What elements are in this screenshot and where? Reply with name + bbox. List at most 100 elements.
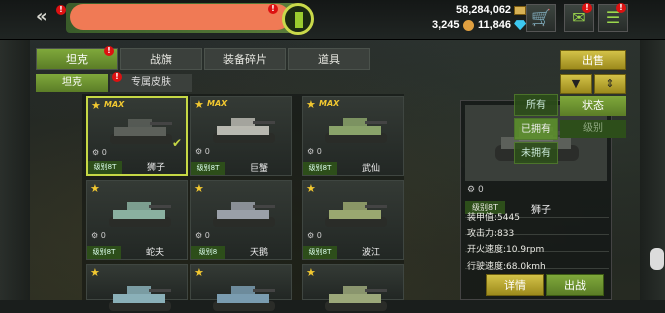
- filter-button[interactable]: ▼: [560, 74, 592, 94]
- gem-amount: 11,846: [478, 19, 512, 31]
- tank-name: 天鹅: [249, 248, 268, 258]
- max-label: MAX: [104, 100, 125, 109]
- mail-badge: !: [582, 3, 592, 13]
- tank-card[interactable]: ★ ⚙ 0 级别8T 蛇夫: [86, 180, 188, 260]
- tank-icon: [213, 202, 275, 227]
- tank-tier: 级别8T: [303, 246, 337, 259]
- subtab-badge: !: [112, 72, 122, 82]
- subtab-tanks[interactable]: 坦克: [36, 74, 108, 92]
- star-icon: ★: [306, 266, 316, 279]
- scroll-handle[interactable]: [650, 248, 664, 270]
- tank-card[interactable]: ★ MAX ⚙ 0 级别8T 巨蟹: [190, 96, 292, 176]
- tank-count: ⚙ 0: [195, 231, 210, 240]
- tank-card[interactable]: ★: [86, 264, 188, 311]
- tank-count: ⚙ 0: [307, 231, 322, 240]
- stat-fire-rate: 开火速度:10.9rpm: [467, 245, 545, 255]
- notification-badge: !: [268, 4, 278, 14]
- star-icon: ★: [306, 182, 316, 195]
- sell-button[interactable]: 出售: [560, 50, 626, 70]
- tank-icon: [109, 286, 171, 311]
- tank-card[interactable]: ★ MAX ⚙ 0 级别8T 狮子 ✔: [86, 96, 188, 176]
- filter-option-owned[interactable]: 已拥有: [514, 118, 558, 140]
- gold-bar-icon: [514, 5, 527, 15]
- tank-icon: [325, 202, 387, 227]
- star-icon: ★: [90, 182, 100, 195]
- star-icon: ★: [90, 266, 100, 279]
- tank-name: 狮子: [146, 163, 165, 173]
- tank-count: ⚙ 0: [92, 148, 107, 157]
- left-edge: [0, 40, 30, 300]
- star-icon: ★: [194, 266, 204, 279]
- gem-icon: [514, 20, 527, 31]
- part-icon: ⚙: [195, 231, 205, 240]
- tank-count-value: 0: [204, 231, 210, 240]
- tab-items[interactable]: 道具: [288, 48, 370, 70]
- tank-card[interactable]: ★: [302, 264, 404, 311]
- tank-icon: [325, 118, 387, 143]
- tank-count-value: 0: [204, 147, 210, 156]
- tank-tier: 级别8: [191, 246, 225, 259]
- tank-card[interactable]: ★ MAX ⚙ 0 级别8T 武仙: [302, 96, 404, 176]
- tab-badge: !: [104, 46, 114, 56]
- tank-tier: 级别8T: [303, 162, 337, 175]
- part-icon: ⚙: [195, 147, 205, 156]
- tank-count: ⚙ 0: [307, 147, 322, 156]
- filter-option-not-owned[interactable]: 未拥有: [514, 142, 558, 164]
- tank-icon: [213, 118, 275, 143]
- coin-icon: [462, 19, 474, 31]
- gold-amount: 58,284,062: [456, 4, 512, 16]
- sort-icon: ⇕: [605, 77, 615, 90]
- subtab-exclusive-skins[interactable]: 专属皮肤: [110, 74, 192, 92]
- deploy-button[interactable]: 出战: [546, 274, 604, 296]
- stat-attack: 攻击力:833: [467, 229, 515, 239]
- tank-icon: [109, 202, 171, 227]
- cart-icon: 🛒: [531, 8, 551, 27]
- tier-filter-option[interactable]: 级别: [560, 120, 626, 138]
- stat-armor: 装甲值:5445: [467, 213, 520, 223]
- tank-icon: [213, 286, 275, 311]
- level-progress-bar: [295, 12, 303, 28]
- gold-balance: 58,284,062: [456, 4, 527, 16]
- tank-name: 波江: [361, 248, 380, 258]
- part-icon: ⚙: [307, 231, 317, 240]
- ownership-filter-dropdown: 所有 已拥有 未拥有: [514, 94, 558, 166]
- star-icon: ★: [194, 182, 204, 195]
- tank-count-value: 0: [316, 231, 322, 240]
- detail-tank-name: 狮子: [531, 205, 551, 216]
- tank-tier: 级别8T: [88, 161, 122, 174]
- filter-icon: ▼: [571, 77, 581, 90]
- coin-balance: 3,245: [432, 19, 474, 31]
- tank-count: ⚙ 0: [91, 231, 106, 240]
- gem-balance: 11,846: [478, 19, 527, 31]
- tank-count-value: 0: [101, 148, 107, 157]
- status-filter-button[interactable]: 状态: [560, 96, 626, 116]
- tank-name: 巨蟹: [249, 164, 268, 174]
- stat-speed: 行驶速度:68.0kmh: [467, 262, 546, 272]
- player-level-ring[interactable]: [282, 3, 314, 35]
- notification-badge: !: [56, 5, 66, 15]
- sort-button[interactable]: ⇕: [594, 74, 626, 94]
- player-name-redacted: [70, 4, 290, 30]
- star-icon: ★: [91, 99, 101, 112]
- details-button[interactable]: 详情: [486, 274, 544, 296]
- detail-count: ⚙ 0: [467, 185, 484, 195]
- max-label: MAX: [319, 99, 340, 108]
- shop-button[interactable]: 🛒: [526, 4, 556, 32]
- tab-flags[interactable]: 战旗: [120, 48, 202, 70]
- selected-check-icon: ✔: [171, 136, 182, 150]
- star-icon: ★: [306, 98, 316, 111]
- star-icon: ★: [194, 98, 204, 111]
- tank-tier: 级别8T: [191, 162, 225, 175]
- tank-card[interactable]: ★ ⚙ 0 级别8T 波江: [302, 180, 404, 260]
- chat-badge: !: [616, 3, 626, 13]
- tank-icon: [110, 119, 172, 144]
- tank-name: 武仙: [361, 164, 380, 174]
- detail-count-value: 0: [477, 185, 484, 195]
- tank-name: 蛇夫: [145, 248, 164, 258]
- tank-card[interactable]: ★: [190, 264, 292, 311]
- tank-count-value: 0: [100, 231, 106, 240]
- tank-card[interactable]: ★ ⚙ 0 级别8 天鹅: [190, 180, 292, 260]
- part-icon: ⚙: [91, 231, 101, 240]
- filter-option-all[interactable]: 所有: [514, 94, 558, 116]
- tab-equipment-fragments[interactable]: 装备碎片: [204, 48, 286, 70]
